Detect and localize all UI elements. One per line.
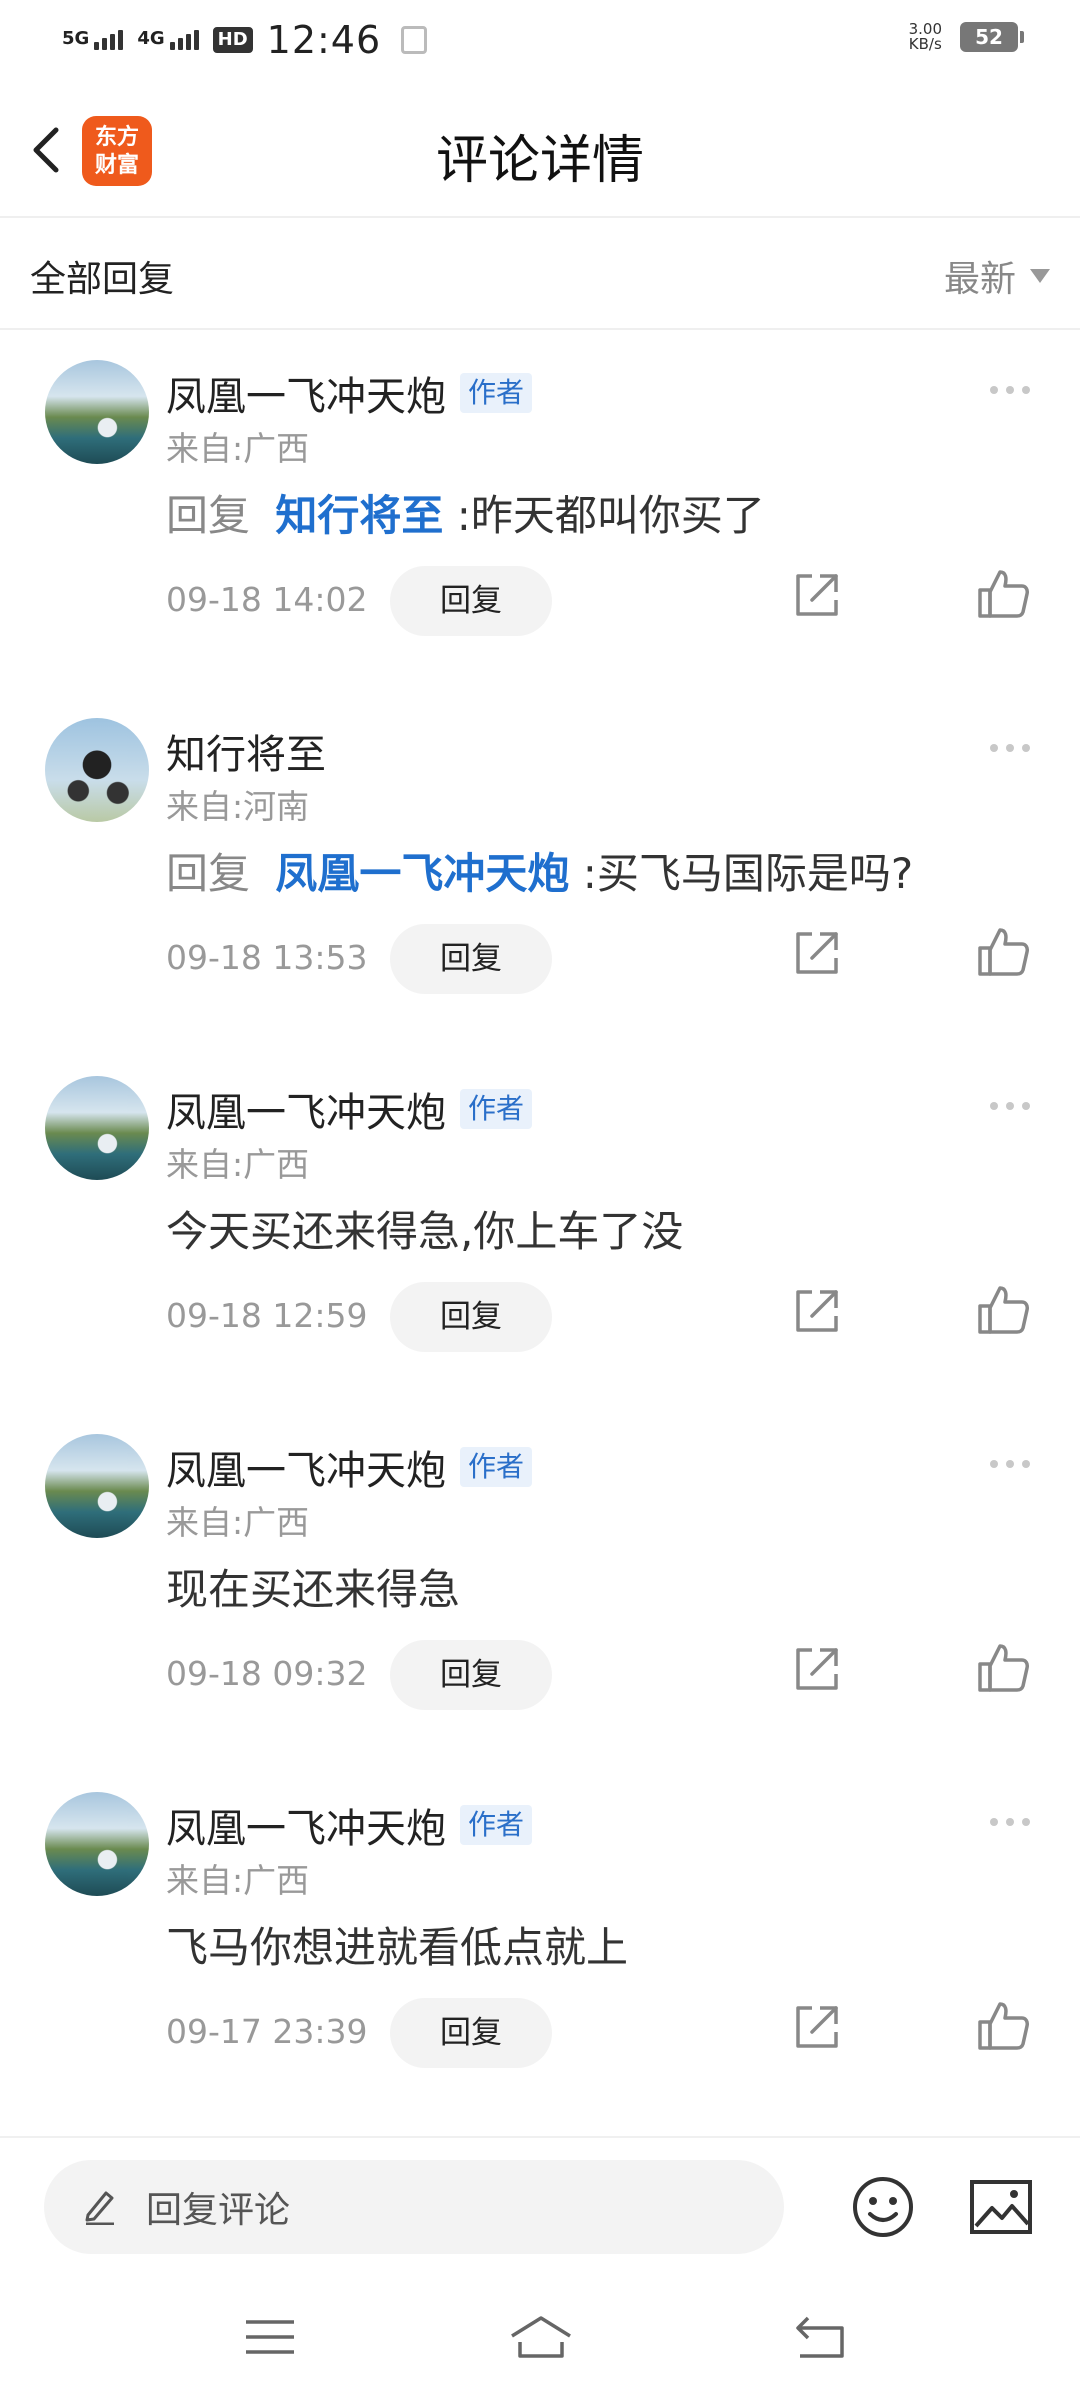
author-badge: 作者 <box>460 1447 533 1487</box>
app-header: 东方 财富 评论详情 <box>0 84 1080 218</box>
author-name[interactable]: 凤凰一飞冲天炮 <box>166 1796 446 1854</box>
comment-item: 知行将至 来自:河南 回复 凤凰一飞冲天炮 :买飞马国际是吗? 09-18 13… <box>0 688 1080 1046</box>
dropdown-arrow-icon <box>1030 269 1050 283</box>
clock: 12:46 <box>266 18 382 62</box>
comment-content: 今天买还来得急,你上车了没 <box>166 1207 684 1256</box>
reply-input-bar: 回复评论 <box>0 2136 1080 2276</box>
comment-item: 凤凰一飞冲天炮 作者 来自:广西 飞马你想进就看低点就上 09-17 23:39… <box>0 1762 1080 2120</box>
avatar[interactable] <box>45 1792 149 1896</box>
reply-button[interactable]: 回复 <box>390 1998 552 2068</box>
comment-date: 09-17 23:39 <box>166 2012 368 2051</box>
back-icon[interactable] <box>790 2312 850 2362</box>
author-name[interactable]: 凤凰一飞冲天炮 <box>166 1438 446 1496</box>
comment-text: 飞马你想进就看低点就上 <box>166 1914 628 1975</box>
page-title: 评论详情 <box>435 131 644 191</box>
status-bar: 5G 4G HD 12:46 3.00 KB/s 52 <box>0 0 1080 84</box>
share-icon[interactable] <box>790 1284 844 1338</box>
thumbs-up-icon[interactable] <box>976 1640 1032 1696</box>
reply-input-placeholder: 回复评论 <box>146 2190 291 2231</box>
comment-date: 09-18 12:59 <box>166 1296 368 1335</box>
comment-author: 凤凰一飞冲天炮 作者 <box>166 364 533 422</box>
comment-author: 凤凰一飞冲天炮 作者 <box>166 1438 533 1496</box>
author-name[interactable]: 凤凰一飞冲天炮 <box>166 1080 446 1138</box>
comment-location: 来自:河南 <box>166 787 310 826</box>
filter-bar: 全部回复 最新 <box>0 218 1080 330</box>
comment-text: 现在买还来得急 <box>166 1556 460 1617</box>
comment-item: 凤凰一飞冲天炮 作者 来自:广西 回复 知行将至 :昨天都叫你买了 09-18 … <box>0 330 1080 688</box>
menu-icon[interactable] <box>240 2312 300 2362</box>
status-right: 3.00 KB/s 52 <box>909 22 1024 52</box>
reply-prefix: 回复 <box>166 491 251 540</box>
comment-text: 回复 凤凰一飞冲天炮 :买飞马国际是吗? <box>166 840 913 901</box>
author-name[interactable]: 知行将至 <box>166 722 326 780</box>
thumbs-up-icon[interactable] <box>976 924 1032 980</box>
thumbs-up-icon[interactable] <box>976 566 1032 622</box>
avatar[interactable] <box>45 1076 149 1180</box>
sort-dropdown[interactable]: 最新 <box>944 250 1050 302</box>
notification-icon <box>401 26 428 54</box>
reply-button[interactable]: 回复 <box>390 1282 552 1352</box>
comment-content: 现在买还来得急 <box>166 1565 461 1614</box>
network-speed: 3.00 KB/s <box>909 22 942 52</box>
speed-unit: KB/s <box>908 35 942 53</box>
mention-link[interactable]: 凤凰一飞冲天炮 <box>275 849 569 898</box>
more-dots-icon[interactable] <box>990 1102 1030 1110</box>
author-badge: 作者 <box>460 1805 533 1845</box>
more-dots-icon[interactable] <box>990 1460 1030 1468</box>
comment-item: 凤凰一飞冲天炮 作者 来自:广西 今天买还来得急,你上车了没 09-18 12:… <box>0 1046 1080 1404</box>
share-icon[interactable] <box>790 2000 844 2054</box>
image-icon[interactable] <box>968 2176 1034 2238</box>
signal-5g-label: 5G <box>62 28 90 49</box>
comment-content: 飞马你想进就看低点就上 <box>166 1923 629 1972</box>
share-icon[interactable] <box>790 926 844 980</box>
comment-date: 09-18 14:02 <box>166 580 368 619</box>
avatar[interactable] <box>45 360 149 464</box>
reply-input[interactable]: 回复评论 <box>44 2160 784 2254</box>
reply-button[interactable]: 回复 <box>390 1640 552 1710</box>
comment-date: 09-18 13:53 <box>166 938 368 977</box>
status-left: 5G 4G HD 12:46 <box>62 18 428 62</box>
author-name[interactable]: 凤凰一飞冲天炮 <box>166 364 446 422</box>
more-dots-icon[interactable] <box>990 386 1030 394</box>
avatar[interactable] <box>45 718 149 822</box>
signal-4g-icon: 4G <box>137 28 199 50</box>
comment-content: :昨天都叫你买了 <box>456 491 765 540</box>
all-replies-label: 全部回复 <box>30 259 175 300</box>
pencil-icon <box>82 2185 118 2229</box>
comment-location: 来自:广西 <box>166 1145 310 1184</box>
comment-author: 凤凰一飞冲天炮 作者 <box>166 1796 533 1854</box>
reply-prefix: 回复 <box>166 849 251 898</box>
thumbs-up-icon[interactable] <box>976 1282 1032 1338</box>
comment-text: 今天买还来得急,你上车了没 <box>166 1198 683 1259</box>
battery-icon: 52 <box>960 22 1024 52</box>
comment-location: 来自:广西 <box>166 1503 310 1542</box>
sort-label: 最新 <box>943 259 1016 300</box>
more-dots-icon[interactable] <box>990 1818 1030 1826</box>
system-nav-bar <box>0 2276 1080 2400</box>
mention-link[interactable]: 知行将至 <box>275 491 443 540</box>
hd-icon: HD <box>212 27 253 53</box>
comment-date: 09-18 09:32 <box>166 1654 368 1693</box>
comment-location: 来自:广西 <box>166 1861 310 1900</box>
reply-button[interactable]: 回复 <box>390 566 552 636</box>
signal-4g-label: 4G <box>137 28 165 49</box>
comment-location: 来自:广西 <box>166 429 310 468</box>
share-icon[interactable] <box>790 1642 844 1696</box>
more-dots-icon[interactable] <box>990 744 1030 752</box>
comment-author: 凤凰一飞冲天炮 作者 <box>166 1080 533 1138</box>
emoji-icon[interactable] <box>850 2174 916 2240</box>
share-icon[interactable] <box>790 568 844 622</box>
reply-button[interactable]: 回复 <box>390 924 552 994</box>
comment-text: 回复 知行将至 :昨天都叫你买了 <box>166 482 765 543</box>
author-badge: 作者 <box>460 1089 533 1129</box>
avatar[interactable] <box>45 1434 149 1538</box>
signal-5g-icon: 5G <box>62 28 124 50</box>
comment-item: 凤凰一飞冲天炮 作者 来自:广西 现在买还来得急 09-18 09:32 回复 <box>0 1404 1080 1762</box>
comment-content: :买飞马国际是吗? <box>582 849 914 898</box>
comment-author: 知行将至 <box>166 722 326 780</box>
thumbs-up-icon[interactable] <box>976 1998 1032 2054</box>
author-badge: 作者 <box>460 373 533 413</box>
home-icon[interactable] <box>506 2312 576 2362</box>
